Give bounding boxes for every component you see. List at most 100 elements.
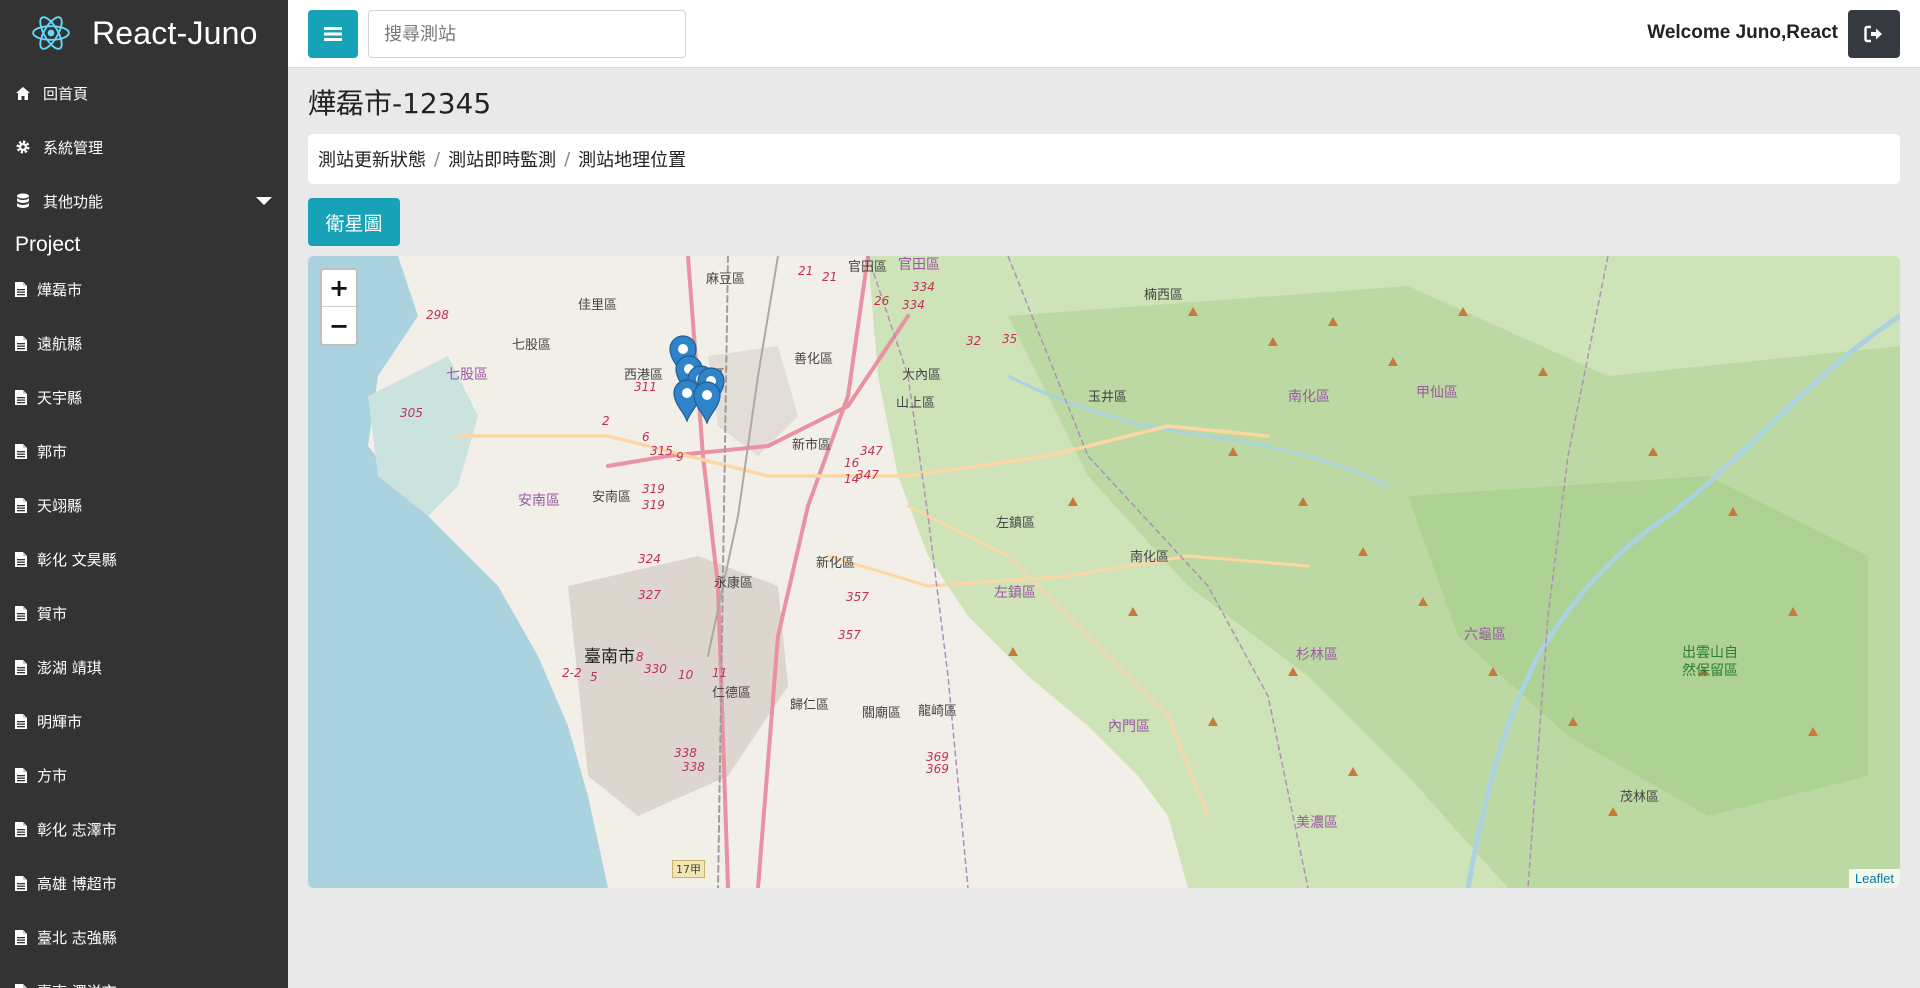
route-number: 319	[642, 482, 665, 496]
route-number: 298	[426, 308, 449, 322]
database-icon	[15, 193, 31, 209]
project-item[interactable]: 臺北 志強縣	[0, 910, 288, 964]
map-label-guantian-district: 官田區	[898, 257, 940, 273]
react-logo-icon	[32, 16, 70, 50]
project-item[interactable]: 彰化 文昊縣	[0, 532, 288, 586]
zoom-out-button[interactable]: −	[322, 307, 356, 344]
file-icon	[15, 929, 27, 945]
nav-label-system: 系統管理	[43, 138, 104, 157]
map-label-tainan: 臺南市	[584, 647, 635, 667]
map-label-qigu: 七股區	[512, 338, 552, 353]
brand[interactable]: React-Juno	[0, 0, 288, 66]
file-icon	[15, 875, 27, 891]
project-item[interactable]: 高雄 博超市	[0, 856, 288, 910]
route-number: 2	[602, 414, 610, 428]
project-item[interactable]: 燁磊市	[0, 262, 288, 316]
satellite-view-button[interactable]: 衛星圖	[308, 198, 400, 246]
route-number: 357	[846, 590, 869, 604]
file-icon	[15, 983, 27, 988]
map-label-liugui: 六龜區	[1464, 627, 1506, 643]
station-marker-icon[interactable]	[692, 380, 722, 425]
map-label-xinhua: 新化區	[816, 556, 856, 571]
breadcrumb-separator: /	[434, 148, 441, 170]
route-number: 338	[682, 760, 705, 774]
leaflet-attribution-link[interactable]: Leaflet	[1848, 869, 1900, 888]
sign-out-icon	[1864, 25, 1882, 43]
project-item-label: 燁磊市	[37, 280, 83, 299]
map-label-road-17: 17甲	[672, 860, 705, 878]
route-number: 5	[590, 670, 598, 684]
route-number: 21	[798, 264, 814, 278]
route-number: 338	[674, 746, 697, 760]
route-number: 357	[838, 628, 861, 642]
route-number: 311	[634, 380, 657, 394]
breadcrumb-separator: /	[564, 148, 571, 170]
chevron-down-icon[interactable]	[256, 197, 272, 205]
file-icon	[15, 281, 27, 297]
map-label-qigu-district: 七股區	[446, 367, 488, 383]
nav-label-home: 回首頁	[43, 84, 89, 103]
menu-toggle-button[interactable]	[308, 10, 358, 58]
hamburger-icon	[324, 27, 342, 41]
route-number: 305	[400, 406, 423, 420]
nav-item-home[interactable]: 回首頁	[0, 66, 288, 120]
file-icon	[15, 389, 27, 405]
file-icon	[15, 659, 27, 675]
breadcrumb-station-status[interactable]: 測站更新狀態	[318, 146, 426, 172]
route-number: 315	[650, 444, 673, 458]
project-item[interactable]: 天翊縣	[0, 478, 288, 532]
file-icon	[15, 821, 27, 837]
project-item-label: 彰化 文昊縣	[37, 550, 117, 569]
zoom-in-button[interactable]: +	[322, 270, 356, 307]
route-number: 2-2	[562, 666, 582, 680]
map-label-jiali: 佳里區	[578, 298, 618, 313]
map-container[interactable]: 臺南市 麻豆區 佳里區 七股區 七股區 西港區 安定區 善化區 大內區 山上區 …	[308, 256, 1900, 888]
nav-item-system[interactable]: 系統管理	[0, 120, 288, 174]
map-label-yujing: 玉井區	[1088, 390, 1128, 405]
map-label-maolin: 茂林區	[1620, 790, 1660, 805]
map-label-annan: 安南區	[592, 490, 632, 505]
logout-button[interactable]	[1848, 10, 1900, 58]
project-item-label: 臺南 澤洋市	[37, 981, 117, 988]
map-label-zuozhen-district: 左鎮區	[994, 585, 1036, 601]
project-item[interactable]: 彰化 志澤市	[0, 802, 288, 856]
project-item[interactable]: 澎湖 靖琪	[0, 640, 288, 694]
map-label-madou: 麻豆區	[706, 272, 746, 287]
project-item[interactable]: 郭市	[0, 424, 288, 478]
project-item[interactable]: 賀市	[0, 586, 288, 640]
map-label-chuyun-line1: 出雲山自	[1682, 645, 1738, 661]
map-label-guantian: 官田區	[848, 260, 888, 275]
project-item-label: 高雄 博超市	[37, 874, 117, 893]
route-number: 32	[966, 334, 982, 348]
route-number: 327	[638, 588, 661, 602]
zoom-control: + −	[320, 268, 358, 346]
nav-item-other[interactable]: 其他功能	[0, 174, 288, 228]
project-item[interactable]: 明輝市	[0, 694, 288, 748]
welcome-text: Welcome Juno,React	[1647, 22, 1838, 43]
route-number: 6	[642, 430, 650, 444]
map-label-nanhua: 南化區	[1130, 550, 1170, 565]
project-item[interactable]: 方市	[0, 748, 288, 802]
map-label-xinshi: 新市區	[792, 438, 832, 453]
search-input[interactable]	[368, 10, 686, 58]
file-icon	[15, 605, 27, 621]
route-number: 26	[874, 294, 890, 308]
map-label-zuozhen: 左鎮區	[996, 516, 1036, 531]
project-item[interactable]: 遠航縣	[0, 316, 288, 370]
breadcrumb-realtime-monitor[interactable]: 測站即時監測	[448, 146, 556, 172]
route-number: 9	[676, 450, 684, 464]
map-label-danei: 大內區	[902, 368, 942, 383]
project-item-label: 彰化 志澤市	[37, 820, 117, 839]
file-icon	[15, 713, 27, 729]
project-item-label: 明輝市	[37, 712, 83, 731]
project-item-label: 天宇縣	[37, 388, 83, 407]
sidebar: React-Juno 回首頁 系統管理 其他功能 Project 燁磊市遠航縣天…	[0, 0, 288, 988]
gear-icon	[15, 139, 31, 155]
route-number: 369	[926, 762, 949, 776]
project-item[interactable]: 天宇縣	[0, 370, 288, 424]
map-label-jiaxian: 甲仙區	[1416, 385, 1458, 401]
header: Welcome Juno,React	[288, 0, 1920, 68]
map-label-guiren: 歸仁區	[790, 698, 830, 713]
project-item[interactable]: 臺南 澤洋市	[0, 964, 288, 988]
project-section-title: Project	[15, 233, 81, 256]
